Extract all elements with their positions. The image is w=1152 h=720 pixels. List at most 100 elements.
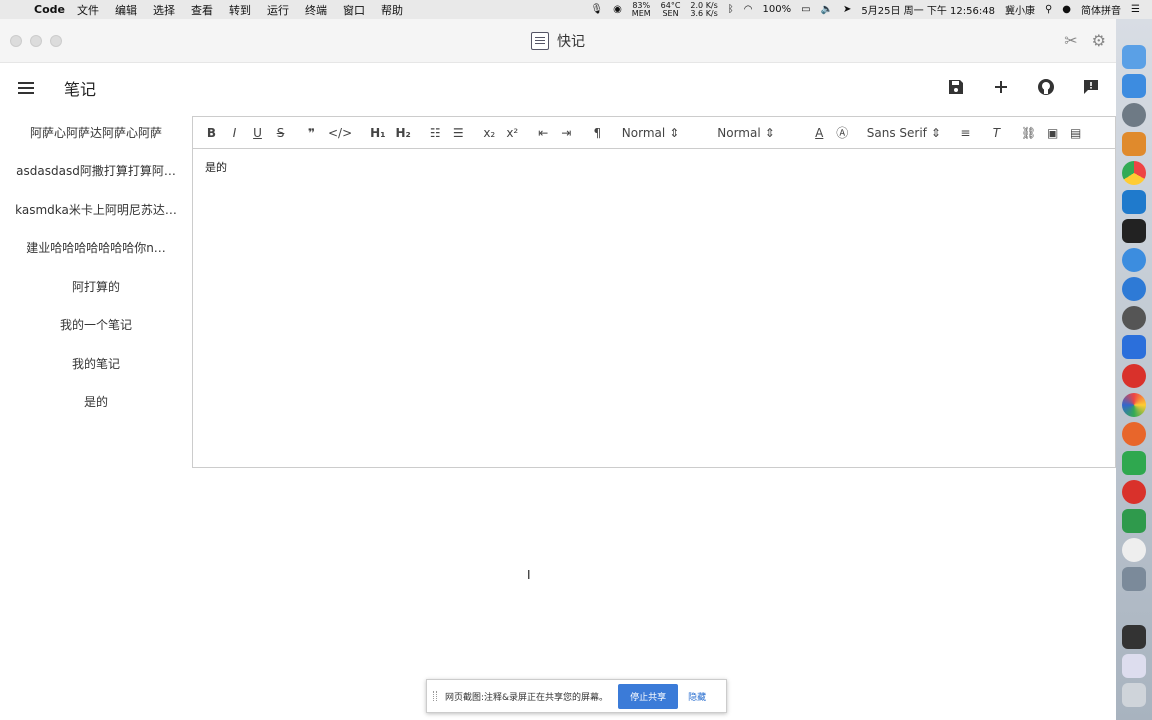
preview-icon[interactable] — [1122, 567, 1146, 591]
github-icon[interactable] — [1036, 77, 1055, 96]
menu-terminal[interactable]: 终端 — [305, 2, 327, 18]
tools-icon[interactable]: ✂ — [1064, 31, 1077, 50]
indent-icon[interactable]: ⇥ — [560, 126, 573, 140]
trash-icon[interactable] — [1122, 683, 1146, 707]
editor-content[interactable]: 是的 — [193, 149, 1115, 185]
page-title: 笔记 — [64, 80, 97, 99]
send-icon[interactable]: ➤ — [843, 4, 851, 15]
input-method[interactable]: 简体拼音 — [1081, 2, 1121, 17]
blockquote-icon[interactable]: ❞ — [305, 126, 318, 140]
menu-view[interactable]: 查看 — [191, 2, 213, 18]
feishu-icon[interactable] — [1122, 277, 1146, 301]
chevron-updown-icon: ⇕ — [930, 125, 941, 140]
heading-1-icon[interactable]: H₁ — [370, 126, 385, 140]
user-name[interactable]: 冀小康 — [1005, 2, 1035, 17]
hide-bar-link[interactable]: 隐藏 — [688, 690, 706, 703]
notification-center-icon[interactable]: ☰ — [1131, 4, 1140, 15]
underline-icon[interactable]: U — [251, 126, 264, 140]
chrome-icon[interactable] — [1122, 161, 1146, 185]
list-item[interactable]: 建业哈哈哈哈哈哈哈你n… — [0, 229, 192, 268]
drag-handle-icon[interactable] — [433, 691, 437, 701]
volume-icon[interactable]: 🔈 — [821, 4, 833, 15]
system-menubar: Code 文件 编辑 选择 查看 转到 运行 终端 窗口 帮助 🎙 ◉ 83% M… — [0, 0, 1152, 19]
align-icon[interactable]: ≡ — [959, 126, 972, 140]
menu-file[interactable]: 文件 — [77, 2, 99, 18]
wechat-icon[interactable] — [1122, 538, 1146, 562]
video-icon[interactable]: ▤ — [1069, 126, 1082, 140]
evernote-icon[interactable] — [1122, 451, 1146, 475]
heading-2-icon[interactable]: H₂ — [395, 126, 410, 140]
menu-go[interactable]: 转到 — [229, 2, 251, 18]
italic-icon[interactable]: I — [228, 126, 241, 140]
system-preferences-icon[interactable] — [1122, 306, 1146, 330]
menu-window[interactable]: 窗口 — [343, 2, 365, 18]
wifi-icon[interactable]: ◠ — [744, 4, 753, 15]
bold-icon[interactable]: B — [205, 126, 218, 140]
font-select[interactable]: Sans Serif ⇕ — [867, 126, 941, 140]
list-item[interactable]: 阿萨心阿萨达阿萨心阿萨 — [0, 113, 192, 152]
list-item[interactable]: asdasdasd阿撒打算打算阿… — [0, 152, 192, 191]
bullet-list-icon[interactable]: ☰ — [452, 126, 465, 140]
add-note-icon[interactable] — [991, 77, 1010, 96]
datetime[interactable]: 5月25日 周一 下午 12:56:48 — [861, 2, 995, 17]
background-color-icon[interactable]: Ⓐ — [836, 124, 849, 141]
list-item[interactable]: 是的 — [0, 383, 192, 422]
netease-music-icon[interactable] — [1122, 364, 1146, 388]
text-direction-icon[interactable]: ¶ — [591, 126, 604, 140]
menu-selection[interactable]: 选择 — [153, 2, 175, 18]
header-select[interactable]: Normal ⇕ — [622, 126, 679, 140]
menu-edit[interactable]: 编辑 — [115, 2, 137, 18]
terminal-icon[interactable] — [1122, 219, 1146, 243]
bluetooth-icon[interactable]: ᛒ — [728, 4, 734, 15]
istat-icon[interactable]: ◉ — [613, 4, 622, 15]
link-icon[interactable]: ⛓ — [1021, 126, 1036, 140]
rocket-icon[interactable] — [1122, 103, 1146, 127]
folder-icon[interactable] — [1122, 654, 1146, 678]
hamburger-menu-icon[interactable] — [18, 82, 34, 94]
font-color-icon[interactable]: A — [813, 126, 826, 140]
spotlight-icon[interactable]: ⚲ — [1045, 4, 1052, 15]
code-block-icon[interactable]: </> — [328, 126, 352, 140]
memory-stat[interactable]: 83% MEM — [632, 1, 651, 18]
active-app-name[interactable]: Code — [34, 3, 65, 16]
editor-toolbar: B I U S ❞ </> H₁ H₂ ☷ ☰ x₂ x² ⇤ ⇥ ¶ Norm… — [193, 117, 1115, 149]
firefox-icon[interactable] — [1122, 422, 1146, 446]
list-item[interactable]: kasmdka米卡上阿明尼苏达… — [0, 190, 192, 229]
launchpad-icon[interactable] — [1122, 74, 1146, 98]
network-down-value: 3.6 K/s — [690, 8, 718, 18]
strikethrough-icon[interactable]: S — [274, 126, 287, 140]
gear-icon[interactable]: ⚙ — [1092, 31, 1106, 50]
clear-format-icon[interactable]: T — [990, 126, 1003, 140]
network-stat[interactable]: 2.0 K/s 3.6 K/s — [690, 1, 718, 18]
titlebar-tools: ✂ ⚙ — [1064, 31, 1106, 50]
header-actions — [946, 77, 1100, 96]
size-select[interactable]: Normal ⇕ — [717, 126, 774, 140]
outdent-icon[interactable]: ⇤ — [537, 126, 550, 140]
menu-help[interactable]: 帮助 — [381, 2, 403, 18]
ordered-list-icon[interactable]: ☷ — [429, 126, 442, 140]
vscode-icon[interactable] — [1122, 190, 1146, 214]
stop-sharing-button[interactable]: 停止共享 — [618, 683, 679, 709]
battery-percent[interactable]: 100% — [763, 4, 792, 15]
save-icon[interactable] — [946, 77, 965, 96]
image-icon[interactable]: ▣ — [1046, 126, 1059, 140]
photos-icon[interactable] — [1122, 393, 1146, 417]
wps-icon[interactable] — [1122, 335, 1146, 359]
books-icon[interactable] — [1122, 132, 1146, 156]
siri-icon[interactable]: ● — [1062, 4, 1071, 15]
subscript-icon[interactable]: x₂ — [483, 126, 496, 140]
player-icon[interactable] — [1122, 480, 1146, 504]
font-select-value: Sans Serif — [866, 125, 927, 140]
safari-icon[interactable] — [1122, 248, 1146, 272]
sensor-stat[interactable]: 64°C SEN — [661, 1, 681, 18]
menu-run[interactable]: 运行 — [267, 2, 289, 18]
hbuilder-icon[interactable] — [1122, 509, 1146, 533]
finder-icon[interactable] — [1122, 45, 1146, 69]
microphone-icon[interactable]: 🎙 — [590, 4, 603, 15]
list-item[interactable]: 我的笔记 — [0, 344, 192, 383]
list-item[interactable]: 阿打算的 — [0, 267, 192, 306]
superscript-icon[interactable]: x² — [506, 126, 519, 140]
feedback-icon[interactable] — [1081, 77, 1100, 96]
list-item[interactable]: 我的一个笔记 — [0, 306, 192, 345]
screen-icon[interactable] — [1122, 625, 1146, 649]
